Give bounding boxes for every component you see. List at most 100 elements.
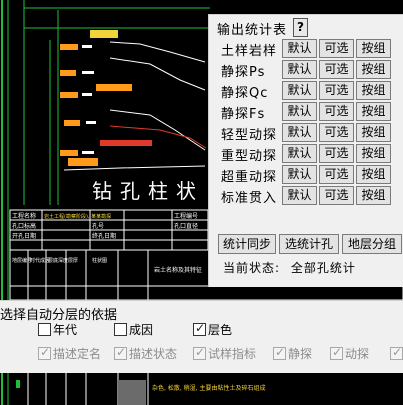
stratum-hatch (60, 44, 78, 50)
check-icon: ✓ (275, 345, 286, 359)
header-cell: 工程名称 (12, 212, 36, 220)
stratum-hatch (60, 92, 78, 98)
stats-row-label: 标准贯入 (221, 191, 278, 206)
layer-description: 杂色, 松散, 稍湿, 主要由粘性土及碎石组成 (152, 384, 265, 392)
header-cell: 开孔日期 (12, 232, 36, 240)
profile-curve (109, 41, 206, 63)
stats-row-cpt-fs: 静探Fs 默认 可选 按组 (209, 102, 403, 122)
stats-row-label: 重型动探 (221, 149, 278, 164)
more-checkbox[interactable]: ✓ (390, 345, 403, 360)
stratum-tag-group (82, 45, 96, 154)
profile-curve (63, 165, 206, 171)
log-title: 钻孔柱状 (92, 179, 204, 203)
default-button[interactable]: 默认 (282, 102, 317, 121)
default-button[interactable]: 默认 (282, 123, 317, 142)
sample-index-checkbox[interactable]: ✓ (193, 345, 206, 360)
by-group-button[interactable]: 按组 (356, 123, 391, 142)
help-button[interactable]: ? (293, 18, 308, 37)
by-group-button[interactable]: 按组 (356, 102, 391, 121)
column-header: 时代成因 (30, 257, 50, 264)
stratum-grouping-button[interactable]: 地层分组 (342, 234, 402, 254)
column-header: 柱状图 (92, 257, 107, 264)
optional-button[interactable]: 可选 (319, 123, 354, 142)
by-group-button[interactable]: 按组 (356, 144, 391, 163)
dpt-label: 动探 (345, 347, 370, 361)
check-icon: ✓ (195, 321, 206, 335)
stratum-hatch (60, 150, 78, 156)
default-button[interactable]: 默认 (282, 60, 317, 79)
status-line: 当前状态: 全部孔统计 (223, 259, 356, 276)
era-label: 年代 (53, 323, 78, 337)
sync-stats-button[interactable]: 统计同步 (218, 234, 276, 254)
by-group-button[interactable]: 按组 (356, 186, 391, 205)
genesis-label: 成因 (129, 323, 154, 337)
desc-state-checkbox[interactable]: ✓ (114, 345, 127, 360)
header-cell: 孔口直径 (174, 222, 198, 230)
default-button[interactable]: 默认 (282, 81, 317, 100)
stratum-hatch (90, 30, 118, 38)
check-icon: ✓ (40, 345, 51, 359)
stats-output-panel: 输出统计表 ? 土样岩样 默认 可选 按组 静探Ps 默认 可选 按组 静探Qc 默认 可选 按组 静探… (208, 14, 403, 287)
sample-index-label: 试样指标 (208, 347, 257, 361)
optional-button[interactable]: 可选 (319, 39, 354, 58)
default-button[interactable]: 默认 (282, 186, 317, 205)
column-header: 层底深度 (48, 257, 68, 264)
default-button[interactable]: 默认 (282, 39, 317, 58)
by-group-button[interactable]: 按组 (356, 39, 391, 58)
header-cell: 孔号 (92, 222, 104, 230)
stats-row-cpt-qc: 静探Qc 默认 可选 按组 (209, 81, 403, 101)
genesis-checkbox[interactable] (114, 323, 127, 336)
stats-panel-title: 输出统计表 (217, 23, 288, 38)
stats-row-label: 轻型动探 (221, 128, 278, 143)
stats-row-spt: 标准贯入 默认 可选 按组 (209, 186, 403, 206)
stratum-hatch (60, 70, 76, 76)
dpt-checkbox[interactable]: ✓ (330, 345, 343, 360)
stratum-hatch (100, 140, 152, 146)
by-group-button[interactable]: 按组 (356, 60, 391, 79)
optional-button[interactable]: 可选 (319, 186, 354, 205)
optional-button[interactable]: 可选 (319, 102, 354, 121)
stats-row-label: 超重动探 (221, 170, 278, 185)
stats-row-label: 静探Qc (221, 86, 269, 101)
desc-name-label: 描述定名 (53, 347, 102, 361)
era-checkbox[interactable] (38, 323, 51, 336)
check-icon: ✓ (116, 345, 127, 359)
layer-color-label: 层色 (208, 323, 233, 337)
cpt-label: 静探 (288, 347, 313, 361)
check-icon: ✓ (392, 345, 403, 359)
default-button[interactable]: 默认 (282, 165, 317, 184)
cpt-checkbox[interactable]: ✓ (273, 345, 286, 360)
stats-actions: 统计同步 选统计孔 地层分组 (209, 234, 403, 254)
by-group-button[interactable]: 按组 (356, 81, 391, 100)
stats-row-heavy-dpt: 重型动探 默认 可选 按组 (209, 144, 403, 164)
stats-row-cpt-ps: 静探Ps 默认 可选 按组 (209, 60, 403, 80)
stratum-hatch (68, 158, 98, 166)
desc-state-label: 描述状态 (129, 347, 178, 361)
column-header: 岩土名称及其特征 (154, 266, 202, 274)
marker (16, 380, 20, 388)
header-cell: 岩土工程(勘察阶段), 某某勘探 (44, 213, 111, 220)
status-value: 全部孔统计 (290, 261, 356, 275)
select-stats-holes-button[interactable]: 选统计孔 (279, 234, 339, 254)
header-cell: 工程编号 (174, 212, 198, 220)
stratum-hatch (64, 120, 80, 126)
layer-color-checkbox[interactable]: ✓ (193, 321, 206, 336)
check-icon: ✓ (195, 345, 206, 359)
auto-layering-panel: 选择自动分层的依据 年代 成因 ✓ 层色 ✓ 描述定名 ✓ 描述状态 ✓ 试样指… (0, 300, 403, 373)
by-group-button[interactable]: 按组 (356, 165, 391, 184)
optional-button[interactable]: 可选 (319, 81, 354, 100)
header-cell: 终孔日期 (92, 232, 116, 240)
default-button[interactable]: 默认 (282, 144, 317, 163)
stratum-hatch (96, 84, 132, 91)
optional-button[interactable]: 可选 (319, 60, 354, 79)
desc-name-checkbox[interactable]: ✓ (38, 345, 51, 360)
stats-row-superheavy-dpt: 超重动探 默认 可选 按组 (209, 165, 403, 185)
column-header: 层厚 (68, 258, 78, 264)
header-cell: 孔口标高 (12, 222, 36, 230)
status-label: 当前状态: (223, 261, 281, 275)
core-hatch (118, 380, 146, 405)
optional-button[interactable]: 可选 (319, 165, 354, 184)
optional-button[interactable]: 可选 (319, 144, 354, 163)
stats-row-label: 静探Ps (221, 65, 266, 80)
check-icon: ✓ (332, 345, 343, 359)
